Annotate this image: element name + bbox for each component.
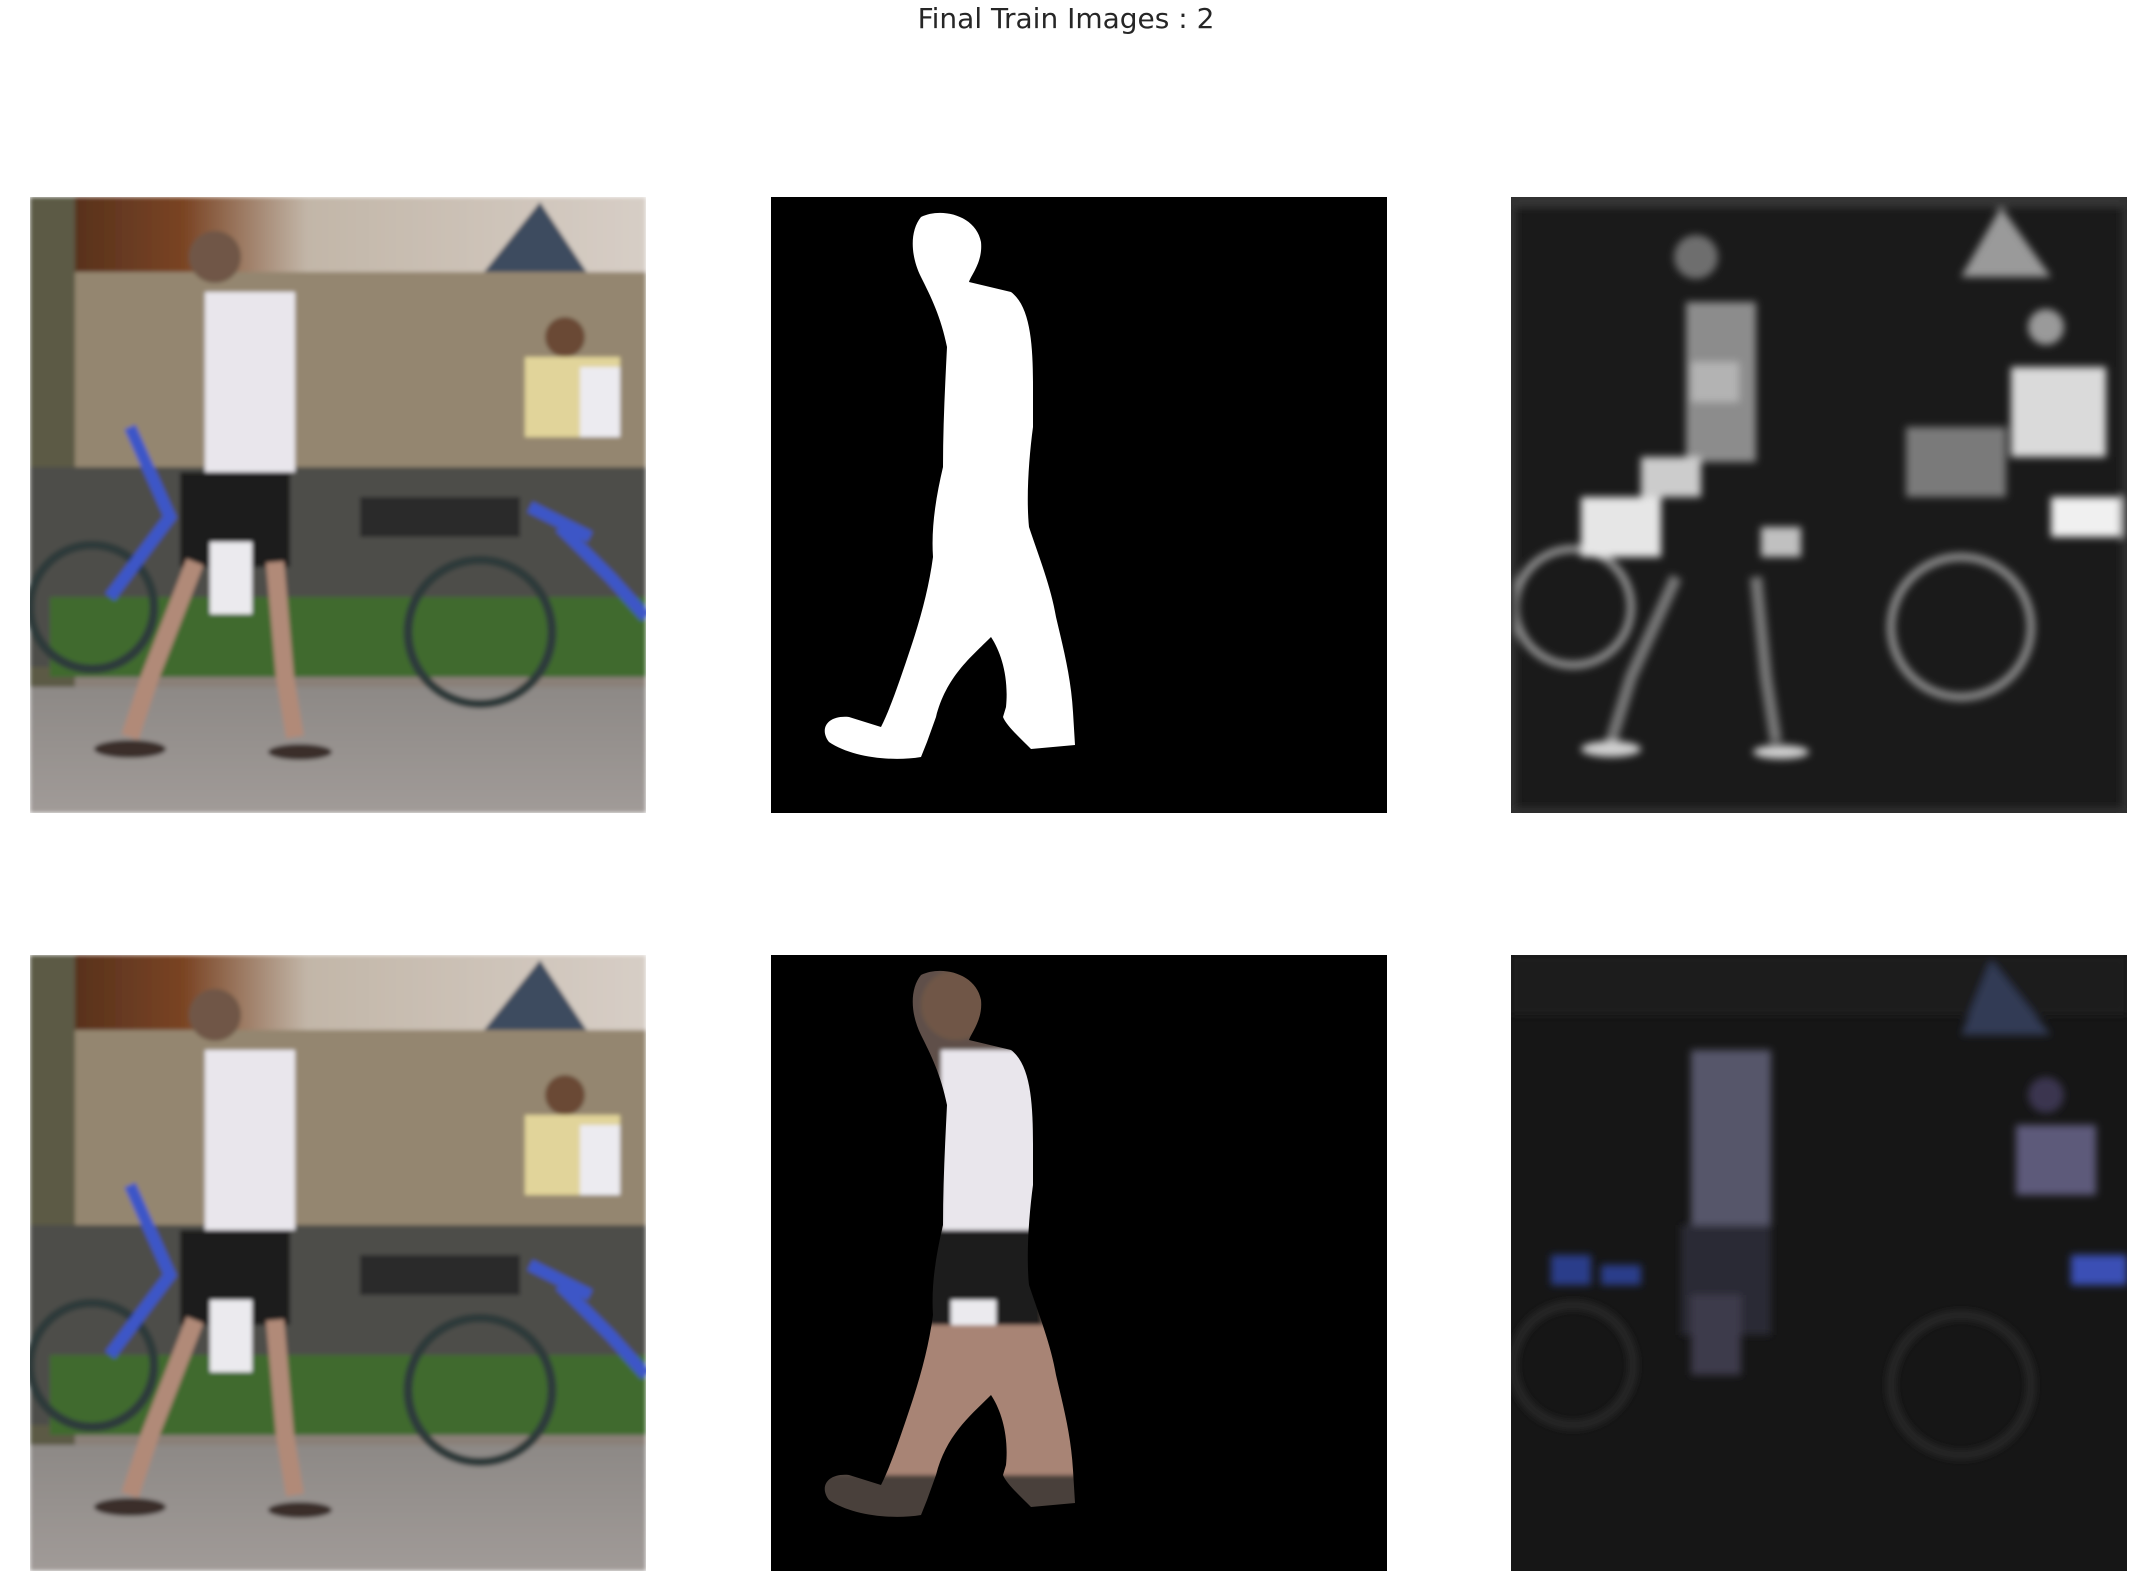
original-photo-panel <box>30 955 646 1571</box>
dark-color-feature-map-panel <box>1511 955 2127 1571</box>
original-photo-image <box>30 197 646 813</box>
dark-color-feature-map-image <box>1511 955 2127 1571</box>
binary-mask-image <box>771 197 1387 813</box>
grayscale-feature-map-panel <box>1511 197 2127 813</box>
original-photo-panel <box>30 197 646 813</box>
binary-mask-panel <box>771 197 1387 813</box>
masked-person-panel <box>771 955 1387 1571</box>
figure-title: Final Train Images : 2 <box>917 2 1215 35</box>
original-photo-image <box>30 955 646 1571</box>
masked-person-image <box>771 955 1387 1571</box>
grayscale-feature-map-image <box>1511 197 2127 813</box>
